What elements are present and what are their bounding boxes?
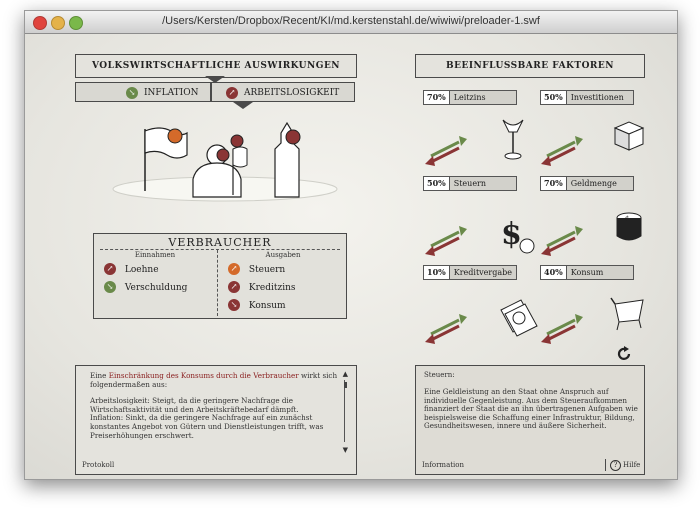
swf-stage: VOLKSWIRTSCHAFTLICHE AUSWIRKUNGEN ↘ INFL… [25, 34, 677, 479]
help-button[interactable]: ? Hilfe [605, 459, 642, 471]
scroll-down-button[interactable]: ▼ [343, 446, 348, 454]
consumer-panel: VERBRAUCHER Einnahmen Ausgaben ↗ Loehne … [93, 233, 347, 319]
factor-label: Investitionen [570, 93, 624, 102]
factor-percentage: 70% [424, 91, 450, 104]
factors-header: BEEINFLUSSBARE FAKTOREN [415, 54, 645, 78]
konsum-adjust-arrows[interactable] [541, 314, 583, 344]
expense-column-header: Ausgaben [265, 251, 301, 259]
expense-item-steuern[interactable]: ↗ Steuern [228, 263, 285, 275]
income-column-header: Einnahmen [134, 251, 176, 259]
leitzins-icon [502, 119, 524, 160]
protocol-panel: Eine Einschränkung des Konsums durch die… [75, 365, 357, 459]
person-marker-icon [216, 148, 230, 162]
protocol-text: Eine Einschränkung des Konsums durch die… [90, 371, 340, 440]
geldmenge-icon: $ [616, 212, 642, 241]
factors-title: BEEINFLUSSBARE FAKTOREN [446, 61, 614, 71]
protocol-intro: Eine Einschränkung des Konsums durch die… [90, 371, 340, 389]
investitionen-icon [613, 121, 645, 151]
consumer-title-divider [100, 249, 340, 250]
info-body-text: Eine Geldleistung an den Staat ohne Ansp… [424, 387, 638, 431]
protocol-label: Protokoll [82, 461, 115, 469]
scrollbar-track[interactable] [344, 380, 345, 442]
title-bar[interactable]: /Users/Kersten/Dropbox/Recent/KI/md.kers… [25, 11, 677, 34]
factor-percentage: 50% [541, 91, 567, 104]
verschuldung-indicator-icon: ↘ [104, 281, 116, 293]
scrollbar-thumb[interactable] [344, 382, 347, 388]
scroll-up-button[interactable]: ▲ [343, 370, 348, 378]
flag-marker-icon [167, 128, 183, 144]
inflation-indicator-icon: ↘ [126, 87, 138, 99]
loehne-indicator-icon: ↗ [104, 263, 116, 275]
unemployment-indicator-icon: ↗ [226, 87, 238, 99]
information-footer: Information ? Hilfe [415, 458, 645, 475]
kreditvergabe-adjust-arrows[interactable] [425, 314, 467, 344]
tab-inflation[interactable]: ↘ INFLATION [75, 82, 211, 102]
factor-investitionen[interactable]: 50% Investitionen [540, 90, 634, 105]
protocol-unemployment-text: Arbeitslosigkeit: Steigt, da die geringe… [90, 396, 299, 414]
expense-item-konsum[interactable]: ↘ Konsum [228, 299, 286, 311]
tab-arbeitslosigkeit[interactable]: ↗ ARBEITSLOSIGKEIT [211, 82, 355, 102]
konsum-indicator-icon: ↘ [228, 299, 240, 311]
geldmenge-adjust-arrows[interactable] [541, 226, 583, 256]
kreditzins-indicator-icon: ↗ [228, 281, 240, 293]
expense-item-label: Kreditzins [248, 282, 296, 293]
tab-arbeitslosigkeit-label: ARBEITSLOSIGKEIT [244, 88, 340, 98]
expense-item-kreditzins[interactable]: ↗ Kreditzins [228, 281, 296, 293]
leitzins-adjust-arrows[interactable] [425, 136, 467, 166]
protocol-inflation-text: Inflation: Sinkt, da die geringere Nachf… [90, 413, 324, 440]
income-item-verschuldung[interactable]: ↘ Verschuldung [104, 281, 187, 293]
consumer-title: VERBRAUCHER [168, 236, 272, 249]
factor-graphics: $ $ [425, 119, 645, 344]
svg-text:$: $ [625, 215, 629, 223]
economy-illustration [112, 121, 338, 202]
consumer-column-divider [217, 250, 218, 316]
steuern-adjust-arrows[interactable] [425, 226, 467, 256]
steuern-indicator-icon: ↗ [228, 263, 240, 275]
investitionen-adjust-arrows[interactable] [541, 136, 583, 166]
svg-text:$: $ [501, 217, 522, 252]
kreditvergabe-icon [500, 299, 538, 337]
factor-label: Leitzins [453, 93, 486, 102]
income-item-loehne[interactable]: ↗ Loehne [104, 263, 159, 275]
konsum-icon [610, 297, 644, 331]
help-label: Hilfe [623, 461, 641, 469]
expense-item-label: Steuern [248, 264, 286, 275]
protocol-footer: Protokoll [75, 458, 357, 475]
income-item-label: Loehne [124, 264, 159, 275]
tab-inflation-label: INFLATION [144, 88, 199, 98]
help-icon: ? [610, 460, 621, 471]
reset-icon[interactable] [617, 346, 633, 362]
tab-notch-icon [233, 102, 253, 109]
information-panel: Steuern: Eine Geldleistung an den Staat … [415, 365, 645, 459]
expense-item-label: Konsum [248, 300, 286, 311]
factor-leitzins[interactable]: 70% Leitzins [423, 90, 517, 105]
steuern-icon: $ [501, 217, 535, 254]
information-label: Information [422, 461, 465, 469]
info-heading: Steuern: [424, 371, 455, 379]
building-marker-icon [285, 129, 301, 145]
window-title: /Users/Kersten/Dropbox/Recent/KI/md.kers… [162, 15, 540, 27]
income-item-label: Verschuldung [124, 282, 188, 293]
economic-effects-title: VOLKSWIRTSCHAFTLICHE AUSWIRKUNGEN [91, 61, 341, 71]
economic-effects-header: VOLKSWIRTSCHAFTLICHE AUSWIRKUNGEN [75, 54, 357, 78]
app-window: /Users/Kersten/Dropbox/Recent/KI/md.kers… [24, 10, 678, 480]
